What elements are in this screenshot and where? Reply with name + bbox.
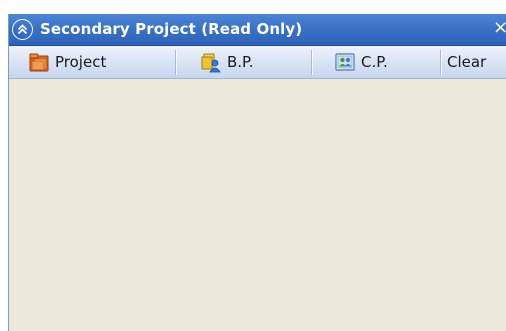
- project-folder-icon: [29, 53, 49, 72]
- business-partner-icon: [201, 53, 221, 73]
- clear-button[interactable]: Clear: [447, 46, 486, 78]
- collapse-button[interactable]: [12, 19, 33, 40]
- toolbar-separator: [175, 50, 177, 75]
- title-bar: Secondary Project (Read Only) ×: [9, 14, 506, 46]
- project-button-label: Project: [55, 53, 107, 71]
- bp-button[interactable]: B.P.: [200, 46, 254, 78]
- cp-button-label: C.P.: [361, 53, 388, 71]
- panel-title: Secondary Project (Read Only): [40, 20, 303, 38]
- toolbar-separator: [440, 50, 442, 75]
- toolbar-separator: [311, 50, 313, 75]
- bp-button-label: B.P.: [227, 53, 254, 71]
- toolbar: Project B.P. C.P. Clear: [9, 46, 506, 79]
- secondary-project-panel: Secondary Project (Read Only) × Project …: [8, 14, 506, 331]
- close-icon[interactable]: ×: [493, 18, 506, 38]
- clear-button-label: Clear: [447, 53, 487, 71]
- project-button[interactable]: Project: [28, 46, 106, 78]
- cp-button[interactable]: C.P.: [334, 46, 388, 78]
- contact-person-icon: [335, 53, 355, 71]
- content-area: [9, 79, 506, 331]
- double-chevron-up-icon: [17, 24, 28, 35]
